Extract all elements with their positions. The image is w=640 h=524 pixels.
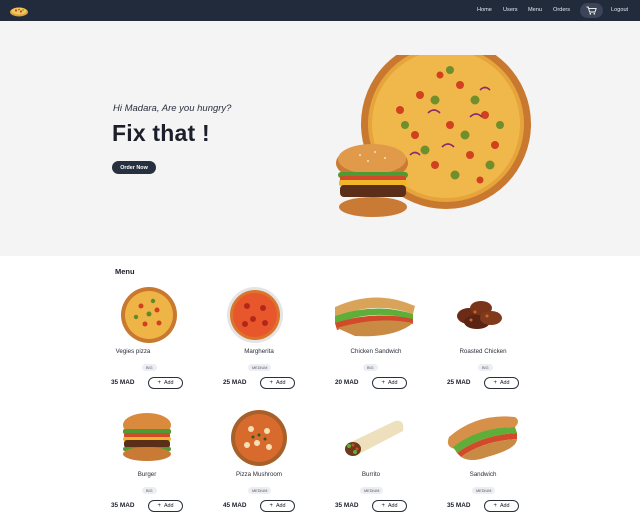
chicken-sandwich-image: [335, 297, 415, 337]
add-to-cart-button[interactable]: + Add: [148, 500, 183, 512]
menu-item-card: Margherita MEDIUM 25 MAD + Add: [223, 286, 343, 402]
menu-item-card: Burger BIG 35 MAD + Add: [111, 409, 231, 524]
menu-item-name: Vegies pizza: [115, 348, 151, 355]
order-now-button[interactable]: Order Now: [112, 161, 156, 174]
menu-item-price: 45 MAD: [223, 502, 247, 509]
burrito-image: [345, 420, 404, 456]
plus-icon: +: [269, 380, 273, 386]
menu-item-price: 35 MAD: [335, 502, 359, 509]
pizza-mushroom-image: [231, 410, 287, 466]
plus-icon: +: [269, 503, 273, 509]
menu-item-price: 25 MAD: [447, 379, 471, 386]
plus-icon: +: [157, 503, 161, 509]
size-badge: MEDIUM: [248, 487, 272, 494]
roasted-chicken-image: [457, 301, 502, 329]
menu-item-price: 35 MAD: [111, 502, 135, 509]
hero-pizza-burger-image: [336, 55, 531, 217]
size-badge: MEDIUM: [248, 364, 272, 371]
add-to-cart-button[interactable]: + Add: [484, 500, 519, 512]
menu-item-card: Burrito MEDIUM 35 MAD + Add: [335, 409, 455, 524]
menu-item-card: Vegies pizza BIG 35 MAD + Add: [111, 286, 231, 402]
add-to-cart-button[interactable]: + Add: [260, 377, 295, 389]
add-to-cart-button[interactable]: + Add: [260, 500, 295, 512]
menu-item-price: 20 MAD: [335, 379, 359, 386]
menu-item-card: Sandwich MEDIUM 35 MAD + Add: [447, 409, 567, 524]
menu-item-card: Chicken Sandwich BIG 20 MAD + Add: [335, 286, 455, 402]
plus-icon: +: [381, 503, 385, 509]
pizza-logo-icon[interactable]: [9, 4, 29, 17]
size-badge: MEDIUM: [472, 487, 496, 494]
menu-item-name: Burrito: [361, 471, 381, 478]
hero-section: [0, 21, 640, 256]
hero-greeting: Hi Madara, Are you hungry?: [113, 103, 232, 114]
burger-image: [123, 413, 171, 461]
vegies-pizza-image: [121, 287, 177, 343]
size-badge: BIG: [142, 364, 157, 371]
menu-item-name: Chicken Sandwich: [350, 348, 402, 355]
size-badge: BIG: [363, 364, 378, 371]
size-badge: BIG: [478, 364, 493, 371]
menu-section-title: Menu: [115, 267, 135, 276]
hero-headline: Fix that !: [112, 120, 210, 146]
size-badge: MEDIUM: [360, 487, 384, 494]
menu-item-name: Pizza Mushroom: [235, 471, 283, 478]
add-to-cart-button[interactable]: + Add: [372, 377, 407, 389]
plus-icon: +: [381, 380, 385, 386]
add-to-cart-button[interactable]: + Add: [148, 377, 183, 389]
cart-icon: [586, 6, 597, 15]
nav-menu-link[interactable]: Menu: [528, 6, 542, 14]
menu-item-price: 35 MAD: [111, 379, 135, 386]
sandwich-image: [447, 416, 518, 460]
size-badge: BIG: [142, 487, 157, 494]
top-navbar: Home Users Menu Orders Logout: [0, 0, 640, 21]
cart-button[interactable]: [580, 3, 603, 18]
menu-item-card: Pizza Mushroom MEDIUM 45 MAD + Add: [223, 409, 343, 524]
add-to-cart-button[interactable]: + Add: [484, 377, 519, 389]
margherita-image: [227, 287, 283, 343]
menu-item-name: Sandwich: [469, 471, 497, 478]
plus-icon: +: [493, 380, 497, 386]
menu-item-card: Roasted Chicken BIG 25 MAD + Add: [447, 286, 567, 402]
nav-orders-link[interactable]: Orders: [553, 6, 570, 14]
logout-link[interactable]: Logout: [611, 6, 628, 14]
menu-item-price: 25 MAD: [223, 379, 247, 386]
menu-item-name: Margherita: [244, 348, 274, 355]
nav-home-link[interactable]: Home: [477, 6, 492, 14]
plus-icon: +: [493, 503, 497, 509]
menu-item-name: Roasted Chicken: [459, 348, 507, 355]
menu-item-price: 35 MAD: [447, 502, 471, 509]
add-to-cart-button[interactable]: + Add: [372, 500, 407, 512]
nav-users-link[interactable]: Users: [503, 6, 518, 14]
plus-icon: +: [157, 380, 161, 386]
menu-item-name: Burger: [137, 471, 157, 478]
